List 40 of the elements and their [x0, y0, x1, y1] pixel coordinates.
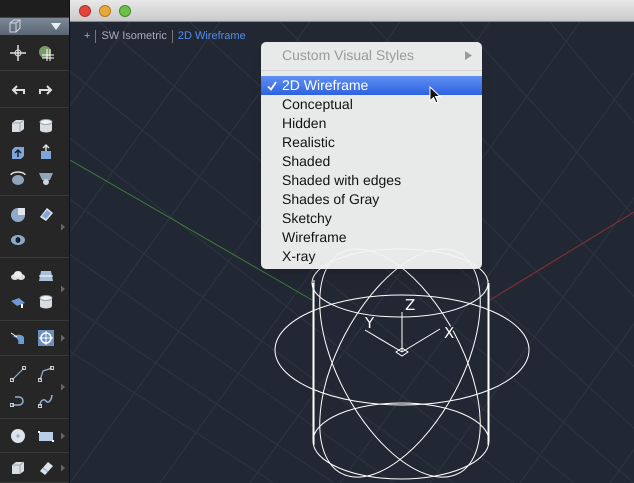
- visual-style-menu-item[interactable]: Hidden: [261, 114, 482, 133]
- viewport-control[interactable]: +: [84, 28, 90, 44]
- cylinder-icon[interactable]: [37, 116, 55, 134]
- flyout-arrow-icon[interactable]: [61, 432, 65, 439]
- circle-icon[interactable]: [9, 426, 27, 444]
- flyout-arrow-icon[interactable]: [61, 334, 65, 342]
- line-icon[interactable]: [9, 365, 27, 383]
- close-button[interactable]: [79, 4, 91, 16]
- visual-style-menu-item[interactable]: Shaded: [261, 152, 482, 171]
- visual-style-menu-item[interactable]: Sketchy: [261, 209, 482, 228]
- visual-style-menu-item[interactable]: Wireframe: [261, 228, 482, 247]
- x-axis-label: X: [444, 324, 454, 342]
- checkmark-icon: [267, 81, 277, 91]
- mouse-pointer-icon: [429, 86, 441, 104]
- visual-style-menu-item[interactable]: Shaded with edges: [261, 171, 482, 190]
- visual-style-menu-item[interactable]: Realistic: [261, 133, 482, 152]
- viewport-control[interactable]: 2D Wireframe: [178, 28, 246, 44]
- target-icon[interactable]: [37, 329, 55, 347]
- z-axis-label: Z: [405, 296, 416, 314]
- flyout-arrow-icon[interactable]: [61, 286, 65, 292]
- y-axis-label: Y: [365, 314, 374, 332]
- flyout-arrow-icon[interactable]: [61, 464, 65, 471]
- viewport-control[interactable]: SW Isometric: [101, 28, 167, 44]
- submenu-arrow-icon: [465, 50, 472, 60]
- visual-style-menu-item[interactable]: Shades of Gray: [261, 190, 482, 209]
- cylinder-icon[interactable]: [37, 293, 55, 311]
- box-icon[interactable]: [9, 116, 27, 134]
- crosshair-icon[interactable]: [9, 44, 27, 62]
- cube-icon: [8, 19, 22, 34]
- zoom-button[interactable]: [119, 4, 131, 16]
- minimize-button[interactable]: [99, 4, 111, 16]
- polyline-icon[interactable]: [37, 365, 55, 383]
- visual-style-menu-item[interactable]: 2D Wireframe: [261, 76, 482, 95]
- visual-style-menu-item[interactable]: X-ray: [261, 247, 482, 266]
- dropdown-triangle-icon: [51, 22, 61, 30]
- visual-style-menu-item[interactable]: Conceptual: [261, 95, 482, 114]
- box-icon[interactable]: [9, 458, 27, 476]
- palette-header[interactable]: [0, 18, 69, 35]
- flyout-arrow-icon[interactable]: [61, 223, 65, 230]
- flyout-arrow-icon[interactable]: [61, 384, 65, 390]
